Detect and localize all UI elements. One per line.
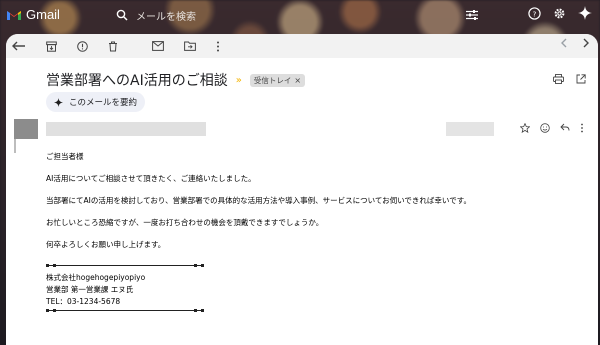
- gmail-wordmark: Gmail: [26, 7, 60, 22]
- importance-marker-icon[interactable]: »: [236, 75, 242, 86]
- signature-tel: TEL：03-1234-5678: [46, 297, 121, 306]
- body-paragraph-2: 当部署にてAIの活用を検討しており、営業部署での具体的な活用方法や導入事例、サー…: [46, 196, 471, 205]
- older-chevron-right-icon[interactable]: [582, 38, 590, 48]
- top-bar: Gmail メールを検索 ?: [0, 0, 600, 30]
- summarize-label: このメールを要約: [69, 98, 138, 108]
- search-icon[interactable]: [116, 9, 128, 21]
- subject-actions: [553, 74, 586, 84]
- search-input[interactable]: メールを検索: [136, 8, 196, 23]
- signature-border-bottom: [46, 309, 204, 312]
- sender-name-redacted: [46, 122, 206, 136]
- top-right-icons: ?: [528, 6, 592, 20]
- body-paragraph-1: AI活用についてご相談させて頂きたく、ご連絡いたしました。: [46, 174, 256, 183]
- newer-chevron-left-icon[interactable]: [560, 38, 568, 48]
- archive-icon[interactable]: [46, 41, 57, 52]
- svg-text:?: ?: [533, 9, 537, 18]
- body-greeting: ご担当者様: [46, 152, 84, 161]
- sparkle-icon: [54, 97, 63, 107]
- label-remove-close-icon[interactable]: ×: [294, 76, 301, 85]
- star-icon[interactable]: [520, 123, 530, 133]
- settings-gear-icon[interactable]: [553, 7, 566, 20]
- body-paragraph-4: 何卒よろしくお願い申し上げます。: [46, 240, 166, 249]
- signature-company: 株式会社hogehogepiyopiyo: [46, 273, 146, 282]
- date-redacted: [446, 122, 494, 136]
- gemini-sparkle-icon[interactable]: [578, 6, 592, 20]
- move-to-folder-icon[interactable]: [184, 41, 196, 51]
- help-icon[interactable]: ?: [528, 6, 541, 20]
- subject-row: 営業部署へのAI活用のご相談 » 受信トレイ ×: [46, 70, 306, 90]
- search-bar[interactable]: メールを検索: [110, 4, 445, 26]
- email-panel: 営業部署へのAI活用のご相談 » 受信トレイ × このメールを要約 ご担当者様 …: [6, 34, 598, 345]
- signature-border-top: [46, 264, 204, 267]
- delete-trash-icon[interactable]: [108, 41, 118, 52]
- label-chip-inbox[interactable]: 受信トレイ ×: [249, 73, 306, 87]
- message-actions: [520, 123, 584, 133]
- open-new-window-icon[interactable]: [576, 74, 586, 84]
- more-options-icon[interactable]: [580, 123, 584, 133]
- signature-department: 営業部 第一営業課 エヌ氏: [46, 285, 134, 294]
- gmail-m-icon: [6, 9, 22, 21]
- avatar-divider: [14, 139, 16, 153]
- email-toolbar: [6, 34, 598, 58]
- back-arrow-icon[interactable]: [12, 41, 26, 51]
- report-spam-icon[interactable]: [77, 40, 88, 52]
- label-chip-text: 受信トレイ: [253, 75, 292, 85]
- email-subject: 営業部署へのAI活用のご相談: [46, 73, 228, 89]
- gmail-logo[interactable]: Gmail: [6, 7, 60, 22]
- reply-icon[interactable]: [560, 123, 570, 132]
- mark-unread-icon[interactable]: [152, 41, 164, 51]
- body-paragraph-3: お忙しいところ恐縮ですが、一度お打ち合わせの機会を頂戴できますでしょうか。: [46, 218, 324, 227]
- search-options-icon[interactable]: [466, 10, 478, 20]
- sender-avatar[interactable]: [14, 119, 38, 139]
- more-vert-icon[interactable]: [216, 41, 220, 52]
- print-icon[interactable]: [553, 74, 564, 84]
- summarize-button[interactable]: このメールを要約: [46, 92, 146, 112]
- emoji-reaction-icon[interactable]: [540, 123, 550, 133]
